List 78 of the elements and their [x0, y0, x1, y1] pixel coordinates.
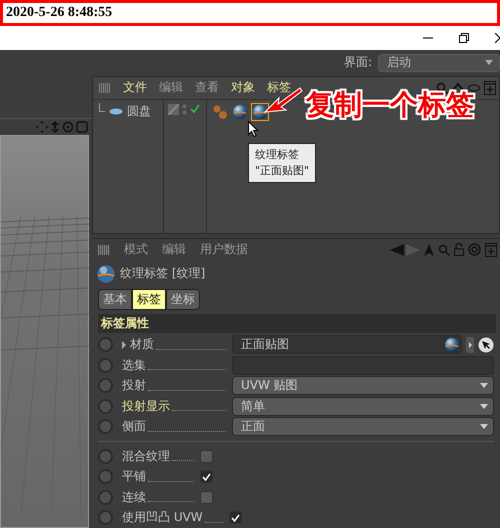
dropdown-arrow-icon — [480, 404, 488, 409]
keyframe-toggle[interactable] — [98, 358, 113, 373]
property-label: 混合纹理 — [122, 448, 170, 465]
dropdown-arrow-icon — [480, 424, 488, 430]
lock-icon[interactable] — [454, 243, 464, 256]
dropdown[interactable]: 正面 — [232, 417, 494, 436]
keyframe-toggle[interactable] — [98, 510, 113, 526]
rotate-icon[interactable] — [62, 121, 74, 133]
panel-grip-icon[interactable] — [98, 244, 110, 254]
visibility-toggle-icon[interactable] — [168, 104, 179, 115]
dropdown[interactable]: UVW 贴图 — [232, 376, 494, 396]
dots-icon[interactable] — [182, 104, 187, 115]
tab[interactable]: 标签 — [132, 288, 166, 310]
window-icon[interactable] — [76, 121, 88, 133]
checkbox[interactable] — [200, 450, 213, 463]
keyframe-toggle[interactable] — [98, 448, 113, 464]
checkbox[interactable] — [228, 511, 242, 524]
menu-item[interactable]: 用户数据 — [200, 241, 248, 258]
dropdown-arrow-icon — [480, 383, 488, 388]
annotation-text: 复制一个标签 — [306, 90, 474, 121]
menu-item[interactable]: 编辑 — [159, 79, 183, 96]
object-name[interactable]: 圆盘 — [127, 102, 151, 120]
link-field[interactable]: 正面贴图 — [232, 335, 462, 354]
keyframe-toggle[interactable] — [98, 490, 113, 505]
layout-dropdown[interactable]: 启动 — [378, 54, 500, 72]
move-icon[interactable] — [36, 121, 48, 133]
section-header: 标签属性 — [98, 314, 496, 332]
eye-icon[interactable] — [468, 84, 480, 92]
panel-grip-icon[interactable] — [99, 82, 111, 93]
back-arrow-icon[interactable] — [390, 244, 420, 256]
menu-item[interactable]: 模式 — [124, 241, 148, 258]
tag-title: 纹理标签 [纹理] — [120, 265, 206, 282]
new-panel-icon[interactable] — [485, 242, 497, 256]
checkbox[interactable] — [200, 470, 213, 484]
disc-icon — [109, 108, 123, 115]
up-arrow-icon[interactable] — [424, 244, 434, 256]
checkbox[interactable] — [200, 490, 213, 504]
keyframe-toggle[interactable] — [98, 419, 113, 434]
expand-triangle-icon[interactable] — [122, 340, 126, 349]
menu-item[interactable]: 对象 — [231, 79, 255, 96]
texture-tag-icon[interactable] — [231, 102, 249, 121]
layout-label: 界面: — [344, 54, 372, 72]
tab[interactable]: 基本 — [98, 288, 132, 310]
timestamp: 2020-5-26 8:48:55 — [0, 0, 500, 26]
dropdown-arrow-icon — [485, 60, 493, 66]
checkmark-icon[interactable] — [190, 104, 200, 113]
property-label: 使用凹凸 UVW — [122, 509, 203, 526]
menu-item[interactable]: 标签 — [267, 79, 291, 96]
property-label: 侧面 — [122, 418, 146, 436]
menu-item[interactable]: 查看 — [195, 79, 219, 96]
keyframe-toggle[interactable] — [98, 398, 113, 414]
property-label: 材质 — [130, 336, 154, 354]
menu-item[interactable]: 文件 — [123, 79, 147, 96]
texture-sphere-icon[interactable] — [443, 336, 461, 354]
property-label: 平铺 — [122, 468, 146, 486]
menu-item[interactable]: 编辑 — [162, 241, 186, 258]
property-label: 连续 — [122, 488, 146, 506]
texture-tag-icon[interactable] — [251, 102, 269, 121]
property-label: 投射显示 — [122, 398, 170, 415]
new-panel-icon[interactable] — [484, 80, 496, 95]
tooltip-line: 纹理标签 — [255, 146, 300, 163]
close-icon[interactable] — [495, 33, 500, 43]
tooltip-line: "正面贴图" — [255, 162, 310, 179]
pointer-icon[interactable] — [478, 336, 494, 353]
restore-icon[interactable] — [459, 33, 469, 43]
arrow-right-icon[interactable] — [466, 336, 474, 353]
keyframe-toggle[interactable] — [98, 378, 113, 394]
dropdown[interactable]: 简单 — [232, 396, 494, 416]
target-icon[interactable] — [468, 243, 481, 256]
texture-sphere-icon — [96, 264, 116, 284]
property-label: 选集 — [122, 356, 146, 374]
hierarchy-line-icon — [99, 102, 105, 112]
keyframe-toggle[interactable] — [98, 469, 113, 484]
tab[interactable]: 坐标 — [166, 288, 200, 310]
property-label: 投射 — [122, 377, 146, 394]
up-down-arrow-icon[interactable] — [50, 121, 60, 133]
cursor-icon — [248, 120, 259, 137]
keyframe-toggle[interactable] — [98, 337, 113, 352]
